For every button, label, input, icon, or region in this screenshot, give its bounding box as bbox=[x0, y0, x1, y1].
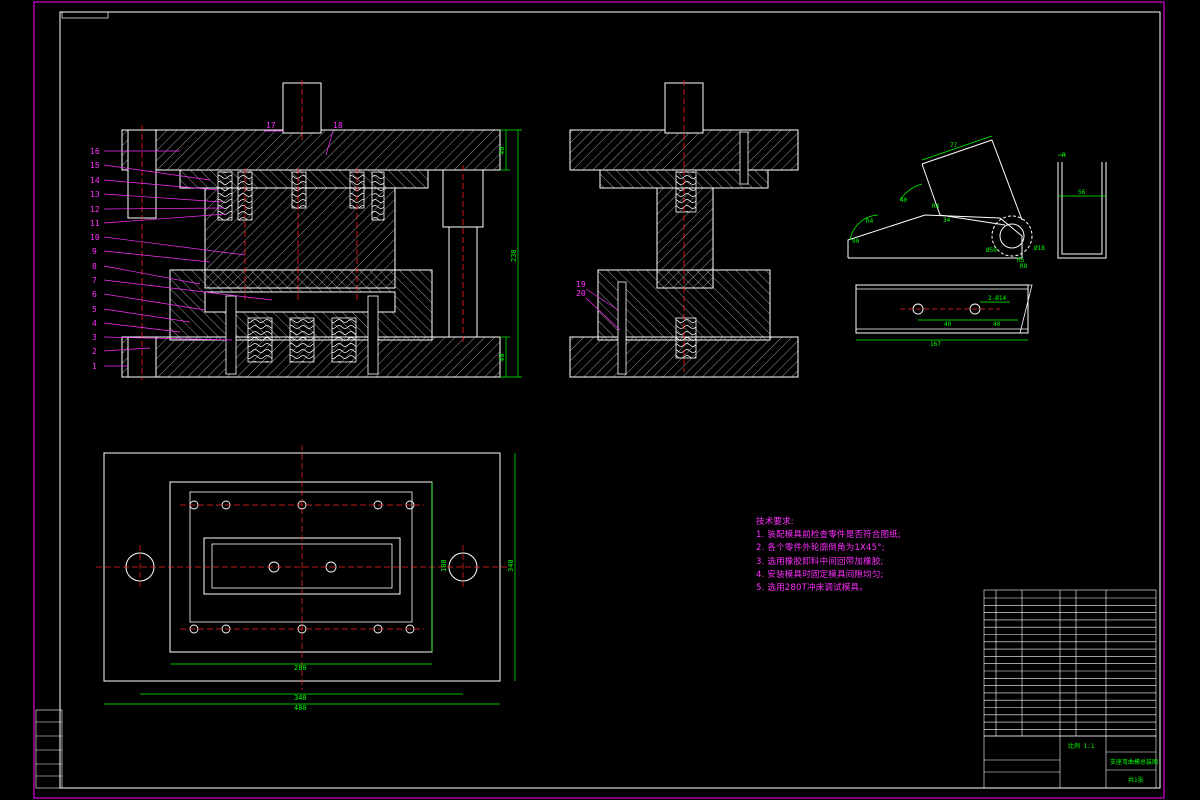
part-dim-r4a: R4 bbox=[866, 218, 874, 225]
plan-dim-280: 280 bbox=[294, 664, 307, 672]
tech-note-2: 2. 各个零件外轮廓倒角为1X45°; bbox=[756, 543, 885, 554]
part-label-8: 8 bbox=[92, 262, 97, 271]
title-scale: 比例 1:1 bbox=[1068, 742, 1095, 750]
bom-table bbox=[983, 589, 1157, 737]
tech-note-1: 1. 装配模具前检查零件是否符合图纸; bbox=[756, 530, 901, 541]
front-section-view: 16 15 14 13 12 11 10 9 8 7 6 5 4 3 2 1 1… bbox=[90, 80, 522, 380]
tech-note-4: 4. 安装模具时固定模具间隙均匀; bbox=[756, 569, 884, 580]
part-label-14: 14 bbox=[90, 176, 100, 185]
tech-notes-title: 技术要求: bbox=[756, 517, 794, 527]
flat-dim-hole: 2-Ø14 bbox=[988, 295, 1006, 302]
tech-note-5: 5. 选用280T冲床调试模具。 bbox=[756, 583, 868, 594]
side-section-view: 19 20 bbox=[569, 80, 799, 378]
channel-dim-56: 56 bbox=[1078, 189, 1086, 196]
part-label-12: 12 bbox=[90, 205, 100, 214]
title-drawing-name: 支座弯曲模总装图 bbox=[1110, 758, 1158, 766]
part-label-3: 3 bbox=[92, 333, 97, 342]
flat-blank-view: 2-Ø14 40 40 167 bbox=[855, 284, 1033, 348]
part-dim-d50: Ø50 bbox=[986, 247, 997, 254]
corner-tag bbox=[61, 11, 109, 19]
part-detail-view: 77 40 R4 90 34 R4 Ø18 Ø50 R5 R8 bbox=[847, 135, 1045, 270]
plan-dim-340h: 340 bbox=[507, 559, 515, 572]
tech-note-3: 3. 选用橡胶卸料中间回带加橡胶; bbox=[756, 556, 884, 567]
part-label-7: 7 bbox=[92, 276, 97, 285]
technical-requirements: 技术要求: 1. 装配模具前检查零件是否符合图纸; 2. 各个零件外轮廓倒角为1… bbox=[756, 516, 901, 595]
plan-dim-480: 480 bbox=[294, 704, 307, 712]
title-sheet: 共1张 bbox=[1128, 776, 1144, 784]
part-label-18: 18 bbox=[333, 121, 343, 130]
part-label-17: 17 bbox=[266, 121, 276, 130]
revision-block bbox=[35, 709, 63, 789]
part-dim-40: 40 bbox=[900, 197, 908, 204]
plan-dim-340w: 340 bbox=[294, 694, 307, 702]
part-label-2: 2 bbox=[92, 347, 97, 356]
part-dim-d18: Ø18 bbox=[1034, 245, 1045, 252]
plan-view: 280 340 480 180 340 bbox=[96, 445, 516, 712]
part-label-10: 10 bbox=[90, 233, 100, 242]
cad-drawing: 16 15 14 13 12 11 10 9 8 7 6 5 4 3 2 1 1… bbox=[33, 1, 1165, 799]
part-label-13: 13 bbox=[90, 190, 100, 199]
dim-total-238: 238 bbox=[510, 249, 518, 262]
part-label-16: 16 bbox=[90, 147, 100, 156]
part-label-11: 11 bbox=[90, 219, 100, 228]
part-label-15: 15 bbox=[90, 161, 100, 170]
part-label-5: 5 bbox=[92, 305, 97, 314]
part-label-19: 19 bbox=[576, 280, 586, 289]
plan-dim-180: 180 bbox=[440, 559, 448, 572]
channel-dim-r: R bbox=[1062, 152, 1066, 159]
part-dim-34: 34 bbox=[943, 217, 951, 224]
part-label-1: 1 bbox=[92, 362, 97, 371]
flat-dim-167: 167 bbox=[930, 341, 941, 348]
part-label-9: 9 bbox=[92, 247, 97, 256]
dim-bottom-40: 40 bbox=[498, 354, 506, 362]
part-dim-90: 90 bbox=[852, 238, 860, 245]
flat-dim-40a: 40 bbox=[944, 321, 952, 328]
flat-dim-40b: 40 bbox=[993, 321, 1001, 328]
part-dim-77: 77 bbox=[950, 142, 958, 149]
part-label-6: 6 bbox=[92, 290, 97, 299]
dim-top-40: 40 bbox=[498, 147, 506, 155]
inner-frame bbox=[59, 11, 1161, 789]
part-dim-r8: R8 bbox=[1020, 263, 1028, 270]
part-label-20: 20 bbox=[576, 289, 586, 298]
part-label-4: 4 bbox=[92, 319, 97, 328]
part-dim-r4b: R4 bbox=[932, 203, 940, 210]
channel-detail-view: R 56 bbox=[1057, 152, 1107, 259]
